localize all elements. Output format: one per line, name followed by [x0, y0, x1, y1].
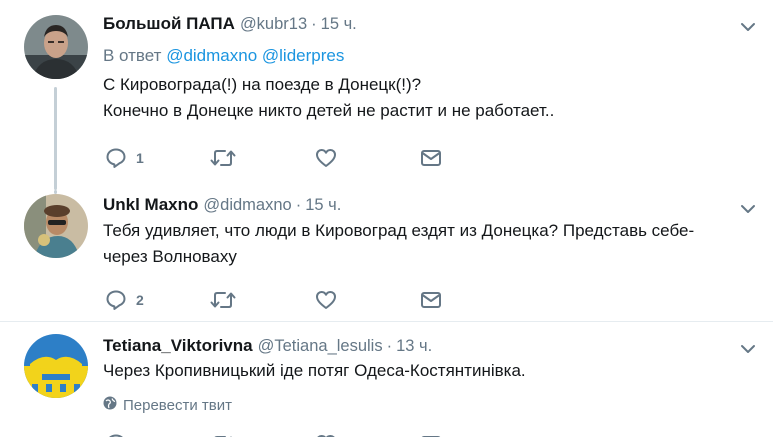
tweet-header: Unkl Maxno @didmaxno · 15 ч. — [103, 194, 341, 216]
tweet-header: Tetiana_Viktorivna @Tetiana_lesulis · 13… — [103, 335, 432, 357]
reply-icon — [105, 147, 127, 169]
tweet-text-line: через Волноваху — [103, 247, 237, 266]
tweet-timestamp[interactable]: 15 ч. — [305, 196, 341, 215]
tweet-2[interactable]: Unkl Maxno @didmaxno · 15 ч. Тебя удивля… — [0, 190, 773, 322]
heart-icon — [315, 147, 337, 169]
heart-icon — [315, 433, 337, 437]
envelope-icon — [420, 147, 442, 169]
like-button[interactable] — [315, 288, 337, 312]
separator-dot: · — [311, 14, 317, 33]
retweet-button[interactable] — [210, 146, 236, 170]
translate-tweet-link[interactable]: Перевести твит — [103, 396, 232, 414]
envelope-icon — [420, 433, 442, 437]
tweet-text: С Кировограда(!) на поезде в Донецк(!)? … — [103, 72, 743, 124]
separator-dot: · — [295, 195, 302, 214]
tweet-text-line: С Кировограда(!) на поезде в Донецк(!)? — [103, 75, 422, 94]
tweet-3[interactable]: Tetiana_Viktorivna @Tetiana_lesulis · 13… — [0, 322, 773, 437]
retweet-button[interactable] — [210, 432, 236, 437]
reply-button[interactable]: 2 — [105, 288, 144, 312]
reply-icon — [105, 289, 127, 311]
author-name[interactable]: Tetiana_Viktorivna — [103, 336, 253, 356]
tweet-header: Большой ПАПА @kubr13 · 15 ч. — [103, 13, 357, 35]
author-name[interactable]: Unkl Maxno — [103, 195, 198, 215]
tweet-timestamp[interactable]: 15 ч. — [321, 15, 357, 34]
like-button[interactable] — [315, 146, 337, 170]
avatar[interactable] — [24, 194, 88, 258]
like-button[interactable] — [315, 432, 337, 437]
tweet-text: Через Кропивницький іде потяг Одеса-Кост… — [103, 358, 743, 384]
tweet-text: Тебя удивляет, что люди в Кировоград езд… — [103, 218, 743, 270]
reply-count: 2 — [136, 292, 144, 308]
reply-prefix: В ответ — [103, 46, 162, 65]
chevron-down-icon[interactable] — [738, 342, 758, 356]
retweet-icon — [210, 147, 236, 169]
chevron-down-icon[interactable] — [738, 20, 758, 34]
envelope-icon — [420, 289, 442, 311]
author-handle[interactable]: @didmaxno — [203, 196, 291, 215]
author-handle[interactable]: @kubr13 — [240, 15, 307, 34]
mention-link[interactable]: @didmaxno — [166, 46, 257, 65]
tweet-1[interactable]: Большой ПАПА @kubr13 · 15 ч. В ответ @di… — [0, 0, 773, 190]
mention-link[interactable]: @liderpres — [262, 46, 344, 65]
direct-message-button[interactable] — [420, 288, 442, 312]
tweet-text-line: Через Кропивницький іде потяг Одеса-Кост… — [103, 361, 526, 380]
reply-icon — [105, 433, 127, 437]
reply-context: В ответ @didmaxno @liderpres — [103, 46, 344, 66]
chevron-down-icon[interactable] — [738, 202, 758, 216]
reply-button[interactable] — [105, 432, 127, 437]
retweet-icon — [210, 289, 236, 311]
thread-line — [54, 87, 57, 190]
reply-count: 1 — [136, 150, 144, 166]
avatar[interactable] — [24, 334, 88, 398]
globe-icon — [103, 396, 123, 414]
author-name[interactable]: Большой ПАПА — [103, 14, 235, 34]
author-handle[interactable]: @Tetiana_lesulis — [258, 337, 383, 356]
retweet-icon — [210, 433, 236, 437]
direct-message-button[interactable] — [420, 146, 442, 170]
translate-label[interactable]: Перевести твит — [123, 397, 232, 414]
avatar[interactable] — [24, 15, 88, 79]
separator-dot: · — [386, 336, 393, 355]
direct-message-button[interactable] — [420, 432, 442, 437]
tweet-text-line: Конечно в Донецке никто детей не растит … — [103, 101, 555, 120]
reply-button[interactable]: 1 — [105, 146, 144, 170]
thread-line — [54, 190, 57, 194]
tweet-timestamp[interactable]: 13 ч. — [396, 337, 432, 356]
retweet-button[interactable] — [210, 288, 236, 312]
tweet-text-line: Тебя удивляет, что люди в Кировоград езд… — [103, 221, 695, 240]
heart-icon — [315, 289, 337, 311]
